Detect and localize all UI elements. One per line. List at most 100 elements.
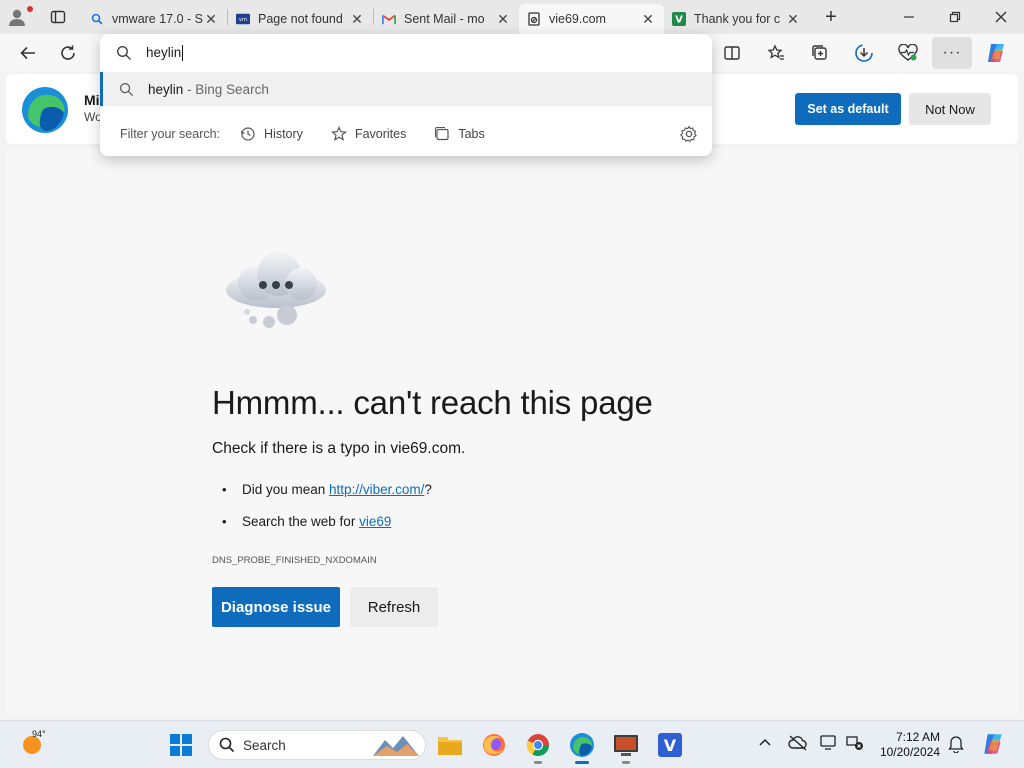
network-tray[interactable] [846, 735, 864, 756]
diagnose-issue-button[interactable]: Diagnose issue [212, 587, 340, 627]
media-app[interactable] [612, 731, 640, 764]
search-icon [119, 82, 134, 96]
filter-label: Filter your search: [120, 127, 221, 141]
file-explorer-app[interactable] [436, 731, 464, 759]
list-item: Search the web for vie69 [222, 514, 432, 546]
close-window-button[interactable] [978, 0, 1024, 34]
copilot-button[interactable] [976, 37, 1016, 69]
back-button[interactable] [8, 37, 48, 69]
not-now-button[interactable]: Not Now [909, 93, 991, 125]
restore-button[interactable] [932, 0, 978, 34]
back-arrow-icon [20, 46, 35, 60]
svg-text:V: V [675, 15, 683, 26]
refresh-page-button[interactable]: Refresh [350, 587, 438, 627]
tabs-icon [435, 126, 449, 141]
running-indicator [575, 761, 589, 764]
suggestion-source: - Bing Search [183, 81, 269, 97]
viber-link[interactable]: http://viber.com/ [329, 482, 424, 497]
toolbar-right: ··· [712, 37, 1016, 69]
tab-title: Thank you for c [694, 12, 781, 26]
downloads-button[interactable] [844, 37, 884, 69]
minimize-button[interactable] [886, 0, 932, 34]
copilot-taskbar-button[interactable] [980, 731, 1006, 762]
chrome-app[interactable] [524, 731, 552, 764]
tab-actions-icon [50, 10, 66, 24]
set-as-default-button[interactable]: Set as default [795, 93, 901, 125]
taskbar-clock[interactable]: 7:12 AM 10/20/2024 [870, 730, 940, 760]
settings-more-button[interactable]: ··· [932, 37, 972, 69]
suggestion-text: Search the web for [242, 514, 360, 529]
close-tab-icon[interactable]: ✕ [349, 11, 365, 28]
green-v-icon: V [672, 12, 686, 26]
favorites-button[interactable] [756, 37, 796, 69]
show-hidden-icons-button[interactable] [758, 735, 772, 754]
more-dots-icon: ··· [942, 44, 962, 61]
notifications-button[interactable] [948, 735, 964, 758]
start-button[interactable] [170, 734, 192, 761]
download-icon [855, 44, 873, 62]
star-icon [330, 126, 347, 141]
collections-button[interactable] [800, 37, 840, 69]
tab-vie69[interactable]: vie69.com ✕ [519, 4, 664, 34]
folder-icon [438, 737, 462, 755]
v-app[interactable]: V [656, 731, 684, 759]
address-input-text: heylin [146, 44, 182, 60]
error-code: DNS_PROBE_FINISHED_NXDOMAIN [212, 555, 377, 566]
filter-tabs[interactable]: Tabs [434, 126, 485, 142]
search-highlight-icon [373, 736, 419, 756]
bell-icon [948, 736, 964, 754]
close-tab-icon[interactable]: ✕ [640, 11, 656, 28]
split-screen-button[interactable] [712, 37, 752, 69]
monitor-icon [820, 735, 836, 750]
restore-icon [949, 11, 961, 23]
gmail-icon [382, 12, 396, 26]
filter-history[interactable]: History [240, 126, 303, 142]
svg-text:vm: vm [239, 17, 247, 23]
filter-favorites[interactable]: Favorites [330, 126, 406, 142]
tab-title: Page not found [258, 12, 343, 26]
onedrive-tray[interactable] [788, 735, 808, 756]
refresh-button[interactable] [48, 37, 88, 69]
copilot-icon [988, 44, 1004, 62]
suggestion-label: heylin - Bing Search [148, 82, 269, 97]
taskbar-search[interactable]: Search [208, 730, 426, 760]
filter-history-label: History [264, 127, 303, 141]
browser-essentials-button[interactable] [888, 37, 928, 69]
firefox-app[interactable] [480, 731, 508, 759]
tab-thank-you[interactable]: V Thank you for c ✕ [664, 4, 809, 34]
heart-pulse-icon [898, 44, 918, 61]
address-input[interactable]: heylin [146, 44, 184, 62]
favorites-star-icon [767, 44, 784, 60]
profile-button[interactable] [0, 0, 34, 34]
close-tab-icon[interactable]: ✕ [495, 11, 511, 28]
firefox-icon [483, 734, 505, 756]
new-tab-button[interactable]: + [809, 0, 853, 34]
search-settings-button[interactable] [680, 125, 698, 146]
collections-icon [812, 45, 827, 60]
error-page: Hmmm... can't reach this page Check if t… [6, 148, 1018, 716]
error-title: Hmmm... can't reach this page [212, 384, 653, 421]
tab-vmware-search[interactable]: vmware 17.0 - S ✕ [82, 4, 227, 34]
search-web-link[interactable]: vie69 [359, 514, 391, 529]
close-icon [995, 11, 1007, 23]
error-page-icon [527, 12, 541, 26]
address-bar-dropdown: heylin heylin - Bing Search Filter your … [100, 34, 712, 156]
display-tray[interactable] [820, 735, 838, 756]
tab-title: Sent Mail - mo [404, 12, 485, 26]
suggestion-text: ? [424, 482, 432, 497]
weather-widget[interactable]: 94° [20, 729, 46, 760]
suggestions-list: Did you mean http://viber.com/? Search t… [222, 482, 432, 546]
error-subtitle: Check if there is a typo in vie69.com. [212, 440, 466, 457]
search-suggestion[interactable]: heylin - Bing Search [100, 72, 712, 106]
chevron-up-icon [759, 738, 771, 746]
media-player-icon [614, 735, 638, 756]
close-tab-icon[interactable]: ✕ [203, 11, 219, 28]
tab-sent-mail[interactable]: Sent Mail - mo ✕ [374, 4, 519, 34]
edge-app[interactable] [568, 731, 596, 764]
close-tab-icon[interactable]: ✕ [785, 11, 801, 28]
address-bar[interactable]: heylin [100, 34, 712, 72]
tab-page-not-found[interactable]: vm Page not found ✕ [228, 4, 373, 34]
tab-actions-button[interactable] [34, 0, 82, 34]
chrome-icon [526, 734, 549, 756]
gear-icon [680, 125, 697, 143]
